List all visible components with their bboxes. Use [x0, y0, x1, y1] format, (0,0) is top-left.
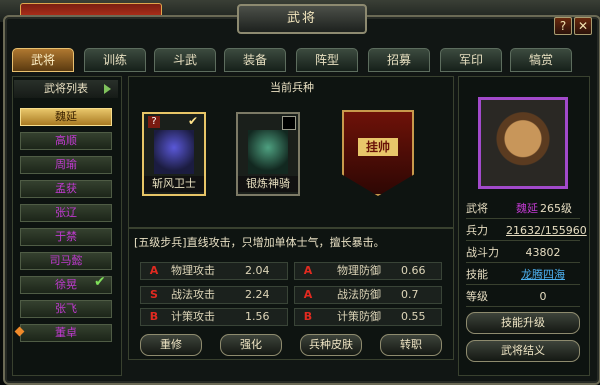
job-change-button[interactable]: 转职: [380, 334, 442, 356]
troop-unit-image: [154, 130, 194, 174]
grade-badge: A: [149, 264, 159, 277]
tab-recruit[interactable]: 招募: [368, 48, 430, 72]
info-row-skill: 技能 龙腾四海: [466, 266, 580, 285]
stat-row: S 战法攻击 2.24: [140, 286, 288, 304]
info-row-power: 战斗力 43802: [466, 244, 580, 263]
info-label: 兵力: [466, 224, 488, 237]
close-button[interactable]: ✕: [574, 17, 592, 35]
stat-name: 战法攻击: [171, 288, 215, 301]
tab-reward[interactable]: 犒赏: [510, 48, 572, 72]
info-row-troops: 兵力 21632/155960: [466, 222, 587, 241]
tab-seal[interactable]: 军印: [440, 48, 502, 72]
grade-badge: A: [303, 288, 313, 301]
grade-badge: B: [149, 310, 159, 323]
troop-unit-image: [248, 130, 288, 174]
general-item[interactable]: 周瑜: [20, 156, 112, 174]
troop-card-label: 斩风卫士: [144, 176, 204, 192]
selected-check-icon: ✔: [188, 114, 199, 128]
general-level: 265级: [540, 202, 572, 215]
stat-name: 物理攻击: [171, 264, 215, 277]
troop-description: [五级步兵]直线攻击，只增加单体士气，擅长暴击。: [134, 236, 385, 249]
tab-formation[interactable]: 阵型: [296, 48, 358, 72]
general-item[interactable]: 魏延: [20, 108, 112, 126]
tab-duel[interactable]: 斗武: [154, 48, 216, 72]
general-item[interactable]: 董卓: [20, 324, 112, 342]
grade-badge: S: [150, 288, 158, 301]
unknown-badge-icon: ?: [148, 116, 160, 128]
stat-name: 计策攻击: [171, 310, 215, 323]
expand-arrow-icon[interactable]: [104, 84, 111, 94]
tab-equipment[interactable]: 装备: [224, 48, 286, 72]
general-portrait: [478, 97, 568, 189]
retrain-button[interactable]: 重修: [140, 334, 202, 356]
general-list-header: 武将列表: [14, 80, 118, 98]
info-label: 武将: [466, 202, 488, 215]
stat-name: 战法防御: [337, 288, 381, 301]
troop-card-selected[interactable]: ? ✔ 斩风卫士: [142, 112, 206, 196]
window-title: 武将: [237, 4, 367, 34]
check-icon: ✔: [94, 274, 106, 290]
info-label: 战斗力: [466, 246, 499, 259]
checkbox-icon[interactable]: [282, 116, 296, 130]
stat-row: B 计策防御 0.55: [294, 308, 442, 326]
skill-upgrade-button[interactable]: 技能升级: [466, 312, 580, 334]
general-item[interactable]: 张辽: [20, 204, 112, 222]
general-item[interactable]: 孟获: [20, 180, 112, 198]
tab-generals[interactable]: 武将: [12, 48, 74, 72]
stat-value: 0.55: [401, 310, 426, 323]
stat-value: 0.66: [401, 264, 426, 277]
stat-value: 1.56: [245, 310, 270, 323]
info-row-grade: 等级 0: [466, 288, 580, 307]
info-row-general: 武将 魏延 265级: [466, 200, 580, 219]
stat-value: 2.24: [245, 288, 270, 301]
troop-card-label: 银炼神骑: [238, 176, 298, 192]
stat-name: 物理防御: [337, 264, 381, 277]
emblem-text: 挂帅: [358, 138, 398, 156]
stat-row: B 计策攻击 1.56: [140, 308, 288, 326]
skill-name[interactable]: 龙腾四海: [506, 266, 580, 284]
grade-badge: A: [303, 264, 313, 277]
troop-skin-button[interactable]: 兵种皮肤: [300, 334, 362, 356]
tab-train[interactable]: 训练: [84, 48, 146, 72]
stat-row: A 战法防御 0.7: [294, 286, 442, 304]
troop-card[interactable]: 银炼神骑: [236, 112, 300, 196]
general-item[interactable]: 于禁: [20, 228, 112, 246]
troop-panel-title: 当前兵种: [270, 81, 314, 94]
grade-badge: B: [303, 310, 313, 323]
sworn-brother-button[interactable]: 武将结义: [466, 340, 580, 362]
stat-value: 2.04: [245, 264, 270, 277]
stat-value: 0.7: [401, 288, 419, 301]
stat-row: A 物理攻击 2.04: [140, 262, 288, 280]
troop-count: 21632/155960: [506, 224, 587, 237]
general-item[interactable]: 张飞: [20, 300, 112, 318]
general-item[interactable]: 高顺: [20, 132, 112, 150]
info-label: 技能: [466, 268, 488, 281]
stat-row: A 物理防御 0.66: [294, 262, 442, 280]
info-label: 等级: [466, 290, 488, 303]
general-item[interactable]: 司马懿: [20, 252, 112, 270]
help-button[interactable]: ?: [554, 17, 572, 35]
grade-value: 0: [539, 290, 547, 303]
stat-name: 计策防御: [337, 310, 381, 323]
strengthen-button[interactable]: 强化: [220, 334, 282, 356]
combat-power: 43802: [525, 246, 561, 259]
general-name: 魏延: [516, 202, 538, 215]
